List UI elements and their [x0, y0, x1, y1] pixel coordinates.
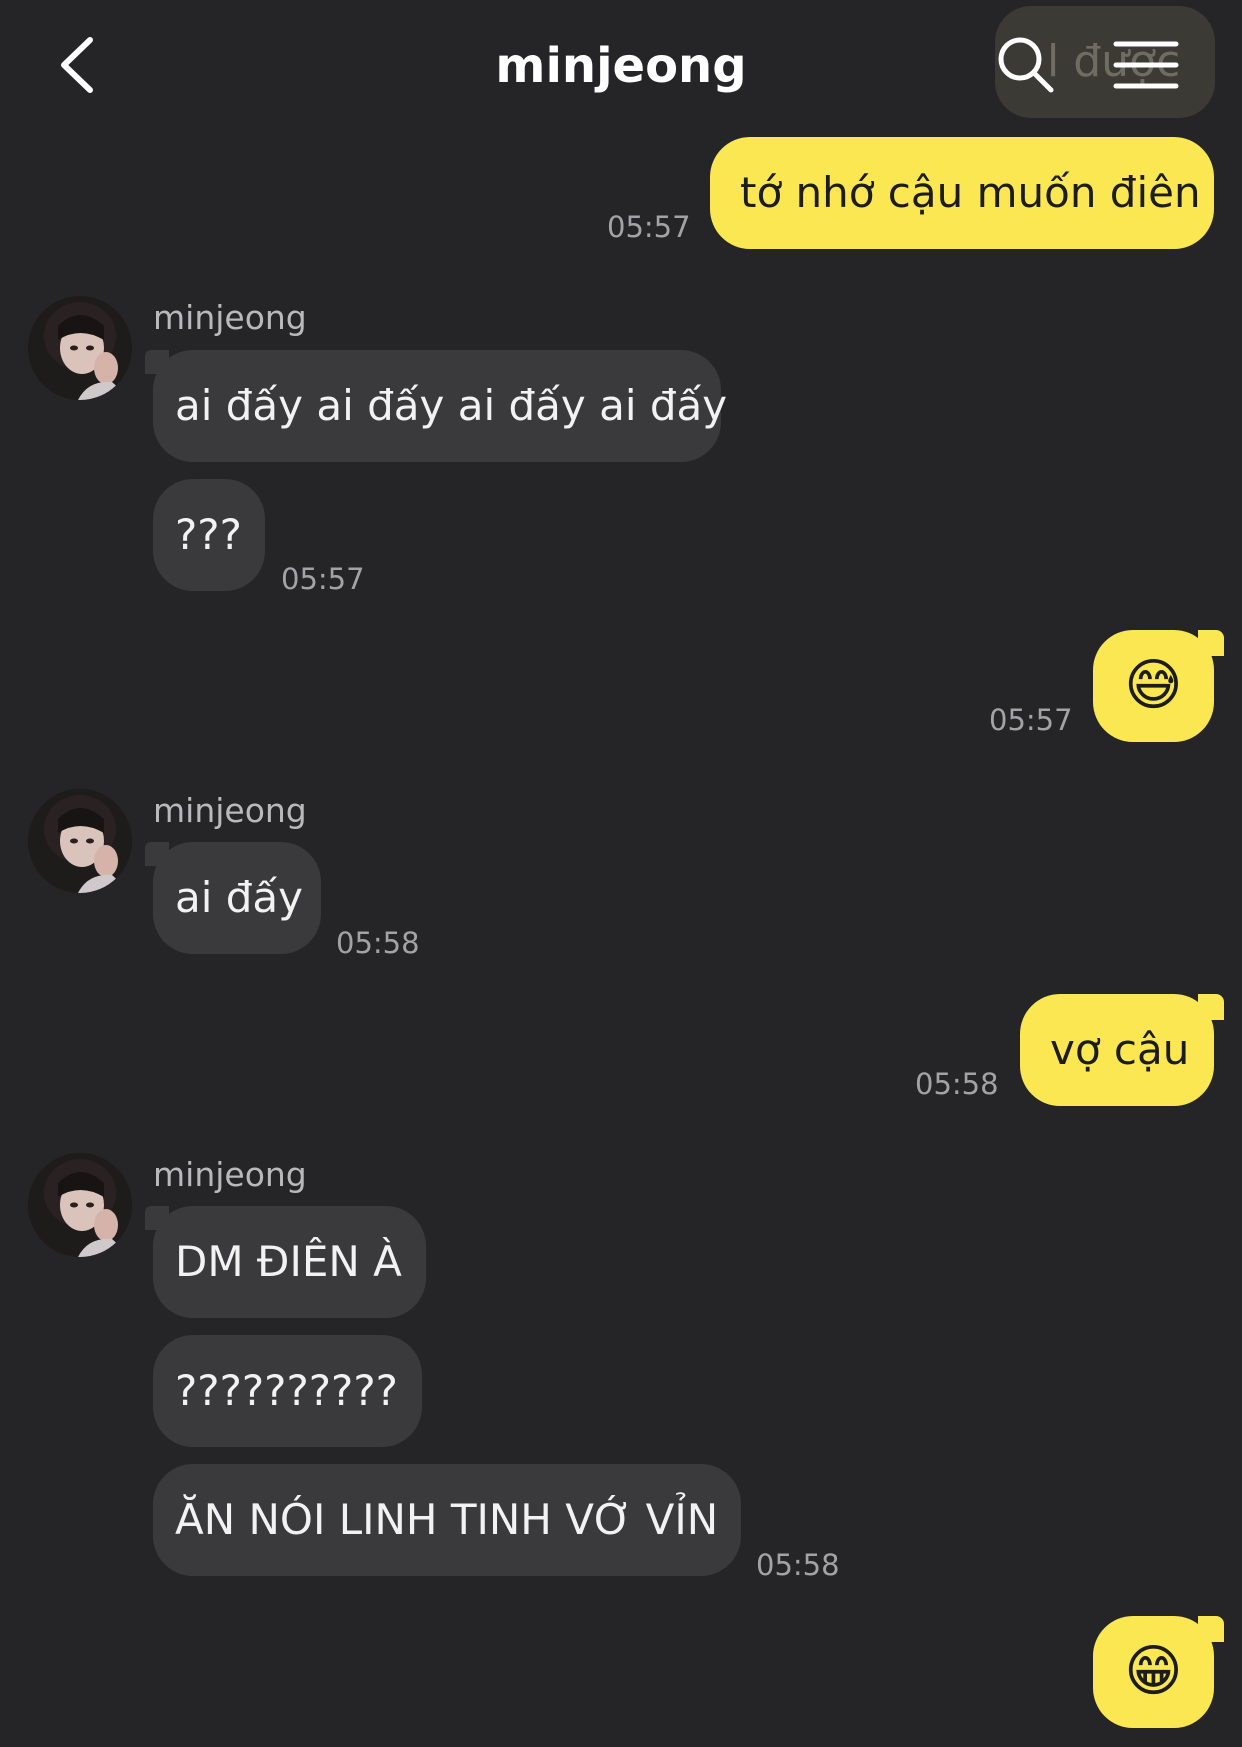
sender-name: minjeong	[153, 791, 307, 830]
grinning-sweat-emoji-icon: 😅	[1124, 653, 1183, 718]
message-timestamp: 05:58	[915, 1067, 999, 1101]
hamburger-menu-icon	[1113, 41, 1179, 89]
message-text: ĂN NÓI LINH TINH VỚ VỈN	[175, 1495, 719, 1544]
incoming-message-bubble[interactable]: DM ĐIÊN À	[153, 1206, 426, 1318]
avatar-photo-icon	[28, 1153, 132, 1257]
message-text: ??????????	[175, 1366, 398, 1415]
outgoing-message-bubble[interactable]: tớ nhớ cậu muốn điên	[710, 137, 1214, 249]
message-text: vợ cậu	[1050, 1025, 1190, 1074]
message-timestamp: 05:57	[281, 562, 365, 596]
sender-name: minjeong	[153, 1155, 307, 1194]
outgoing-emoji-bubble[interactable]: 😅	[1093, 630, 1214, 742]
incoming-message-bubble[interactable]: ai đấy ai đấy ai đấy ai đấy	[153, 350, 727, 462]
message-timestamp: 05:57	[607, 210, 691, 244]
sender-name: minjeong	[153, 298, 307, 337]
incoming-message-bubble[interactable]: ??????????	[153, 1335, 422, 1447]
message-timestamp: 05:57	[989, 703, 1073, 737]
message-text: ???	[175, 510, 242, 559]
message-text: tớ nhớ cậu muốn điên	[740, 168, 1201, 217]
message-text: ai đấy ai đấy ai đấy ai đấy	[175, 381, 728, 430]
outgoing-emoji-bubble[interactable]: 😁	[1093, 1616, 1214, 1728]
message-text: ai đấy	[175, 873, 304, 922]
incoming-message-bubble[interactable]: ???	[153, 479, 265, 591]
menu-button[interactable]	[1113, 38, 1179, 92]
incoming-message-bubble[interactable]: ĂN NÓI LINH TINH VỚ VỈN	[153, 1464, 741, 1576]
avatar[interactable]	[28, 789, 132, 893]
chat-header: l được minjeong	[0, 0, 1242, 130]
message-timestamp: 05:58	[336, 926, 420, 960]
message-text: DM ĐIÊN À	[175, 1237, 402, 1286]
search-icon	[998, 37, 1054, 93]
search-button[interactable]	[995, 34, 1057, 96]
avatar-photo-icon	[28, 296, 132, 400]
avatar[interactable]	[28, 296, 132, 400]
incoming-message-bubble[interactable]: ai đấy	[153, 842, 321, 954]
avatar-photo-icon	[28, 789, 132, 893]
avatar[interactable]	[28, 1153, 132, 1257]
grinning-emoji-icon: 😁	[1124, 1639, 1183, 1704]
outgoing-message-bubble[interactable]: vợ cậu	[1020, 994, 1214, 1106]
message-timestamp: 05:58	[756, 1548, 840, 1582]
